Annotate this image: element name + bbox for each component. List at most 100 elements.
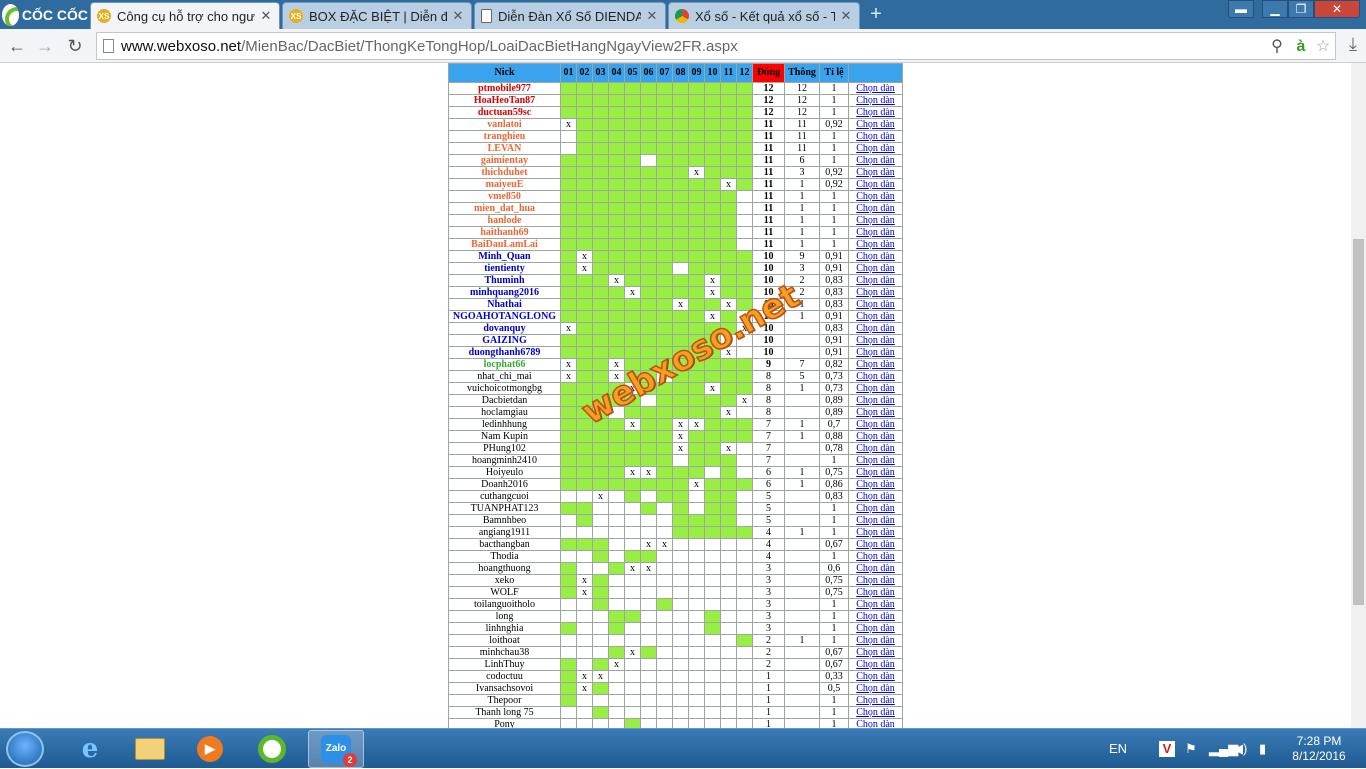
day-cell bbox=[688, 514, 705, 527]
file-explorer-icon[interactable] bbox=[122, 730, 178, 768]
scrollbar-thumb[interactable] bbox=[1353, 239, 1364, 605]
chon-dan-link[interactable]: Chọn dàn bbox=[856, 492, 895, 502]
tab-dien-dan[interactable]: Diễn Đàn Xổ Số DIENDAN ✕ bbox=[474, 2, 666, 29]
chon-dan-link[interactable]: Chọn dàn bbox=[856, 156, 895, 166]
chon-dan-link[interactable]: Chọn dàn bbox=[856, 468, 895, 478]
tab-close-icon[interactable]: ✕ bbox=[645, 8, 659, 24]
url-text[interactable]: www.webxoso.net/MienBac/DacBiet/ThongKeT… bbox=[121, 38, 738, 55]
day-cell bbox=[720, 394, 737, 407]
zalo-taskbar-icon[interactable]: Zalo 2 bbox=[308, 730, 364, 768]
chon-dan-link[interactable]: Chọn dàn bbox=[856, 348, 895, 358]
chon-dan-link[interactable]: Chọn dàn bbox=[856, 528, 895, 538]
chon-dan-link[interactable]: Chọn dàn bbox=[856, 372, 895, 382]
chon-dan-link[interactable]: Chọn dàn bbox=[856, 432, 895, 442]
chon-dan-link[interactable]: Chọn dàn bbox=[856, 324, 895, 334]
chon-dan-link[interactable]: Chọn dàn bbox=[856, 516, 895, 526]
chon-dan-link[interactable]: Chọn dàn bbox=[856, 228, 895, 238]
chon-dan-link[interactable]: Chọn dàn bbox=[856, 408, 895, 418]
start-button-icon[interactable] bbox=[6, 731, 44, 767]
tab-close-icon[interactable]: ✕ bbox=[259, 8, 273, 24]
antivirus-icon[interactable]: V bbox=[1159, 741, 1175, 757]
zalo-label: Zalo bbox=[325, 743, 347, 754]
chon-dan-link[interactable]: Chọn dàn bbox=[856, 120, 895, 130]
chon-dan-link[interactable]: Chọn dàn bbox=[856, 696, 895, 706]
chon-dan-link[interactable]: Chọn dàn bbox=[856, 420, 895, 430]
tab-close-icon[interactable]: ✕ bbox=[451, 8, 465, 24]
zoom-search-icon[interactable]: ⚲ bbox=[1267, 37, 1287, 57]
chon-dan-link[interactable]: Chọn dàn bbox=[856, 504, 895, 514]
battery-icon[interactable]: ▮ bbox=[1259, 741, 1266, 757]
chon-dan-link[interactable]: Chọn dàn bbox=[856, 360, 895, 370]
day-cell bbox=[672, 166, 689, 179]
chon-dan-link[interactable]: Chọn dàn bbox=[856, 264, 895, 274]
chon-dan-link[interactable]: Chọn dàn bbox=[856, 396, 895, 406]
bookmark-star-icon[interactable]: ☆ bbox=[1313, 37, 1333, 57]
coccoc-logo[interactable]: CỐC CỐC bbox=[2, 3, 88, 27]
address-bar[interactable]: www.webxoso.net/MienBac/DacBiet/ThongKeT… bbox=[96, 32, 1336, 60]
tab-close-icon[interactable]: ✕ bbox=[839, 8, 853, 24]
restore-icon[interactable]: ❐ bbox=[1288, 0, 1314, 18]
chon-dan-link[interactable]: Chọn dàn bbox=[856, 84, 895, 94]
chon-dan-link[interactable]: Chọn dàn bbox=[856, 612, 895, 622]
chon-dan-link[interactable]: Chọn dàn bbox=[856, 600, 895, 610]
chon-dan-link[interactable]: Chọn dàn bbox=[856, 684, 895, 694]
chon-dan-link[interactable]: Chọn dàn bbox=[856, 588, 895, 598]
profile-icon[interactable]: ▬ bbox=[1228, 0, 1254, 18]
day-cell bbox=[736, 718, 753, 728]
tab-xo-so[interactable]: Xổ số - Kết quả xổ số - Trự ✕ bbox=[668, 2, 860, 29]
chon-dan-link[interactable]: Chọn dàn bbox=[856, 132, 895, 142]
chon-dan-link[interactable]: Chọn dàn bbox=[856, 564, 895, 574]
flag-icon[interactable]: ⚑ bbox=[1185, 741, 1197, 757]
chon-dan-link[interactable]: Chọn dàn bbox=[856, 216, 895, 226]
chon-dan-link[interactable]: Chọn dàn bbox=[856, 288, 895, 298]
chon-dan-link[interactable]: Chọn dàn bbox=[856, 384, 895, 394]
close-window-icon[interactable]: ✕ bbox=[1314, 0, 1360, 18]
chon-dan-link[interactable]: Chọn dàn bbox=[856, 192, 895, 202]
day-cell bbox=[592, 202, 609, 215]
chon-dan-link[interactable]: Chọn dàn bbox=[856, 444, 895, 454]
tab-cong-cu[interactable]: XS Công cụ hỗ trợ cho người ✕ bbox=[90, 2, 280, 29]
chon-dan-link[interactable]: Chọn dàn bbox=[856, 252, 895, 262]
clock[interactable]: 7:28 PM 8/12/2016 bbox=[1288, 734, 1350, 764]
media-player-icon[interactable]: ▶ bbox=[182, 730, 238, 768]
day-cell bbox=[560, 406, 577, 419]
chon-dan-link[interactable]: Chọn dàn bbox=[856, 540, 895, 550]
chon-dan-link[interactable]: Chọn dàn bbox=[856, 576, 895, 586]
chon-dan-link[interactable]: Chọn dàn bbox=[856, 636, 895, 646]
chon-dan-link[interactable]: Chọn dàn bbox=[856, 660, 895, 670]
coccoc-taskbar-icon[interactable] bbox=[244, 730, 300, 768]
chon-dan-link[interactable]: Chọn dàn bbox=[856, 312, 895, 322]
minimize-icon[interactable]: ▁ bbox=[1262, 0, 1288, 18]
vietnamese-input-icon[interactable]: à bbox=[1291, 37, 1311, 57]
day-cell bbox=[608, 622, 625, 635]
chon-dan-link[interactable]: Chọn dàn bbox=[856, 336, 895, 346]
volume-icon[interactable]: ◀) bbox=[1233, 741, 1247, 757]
chon-dan-link[interactable]: Chọn dàn bbox=[856, 276, 895, 286]
chon-dan-link[interactable]: Chọn dàn bbox=[856, 624, 895, 634]
reload-icon[interactable]: ↻ bbox=[64, 35, 86, 57]
internet-explorer-icon[interactable]: e bbox=[62, 730, 118, 768]
chon-dan-link[interactable]: Chọn dàn bbox=[856, 672, 895, 682]
chon-dan-link[interactable]: Chọn dàn bbox=[856, 204, 895, 214]
download-icon[interactable]: ⤓ bbox=[1344, 34, 1362, 56]
chon-dan-link[interactable]: Chọn dàn bbox=[856, 708, 895, 718]
back-icon[interactable]: ← bbox=[6, 35, 28, 57]
vertical-scrollbar[interactable] bbox=[1351, 63, 1366, 728]
chon-dan-link[interactable]: Chọn dàn bbox=[856, 180, 895, 190]
chon-dan-link[interactable]: Chọn dàn bbox=[856, 300, 895, 310]
new-tab-icon[interactable]: + bbox=[866, 4, 886, 24]
chon-dan-link[interactable]: Chọn dàn bbox=[856, 648, 895, 658]
day-cell bbox=[704, 442, 721, 455]
forward-icon[interactable]: → bbox=[34, 35, 56, 57]
tab-box-dac-biet[interactable]: XS BOX ĐẶC BIỆT | Diễn đàn ✕ bbox=[282, 2, 472, 29]
chon-dan-link[interactable]: Chọn dàn bbox=[856, 240, 895, 250]
chon-dan-link[interactable]: Chọn dàn bbox=[856, 168, 895, 178]
chon-dan-link[interactable]: Chọn dàn bbox=[856, 108, 895, 118]
chon-dan-link[interactable]: Chọn dàn bbox=[856, 720, 895, 729]
chon-dan-link[interactable]: Chọn dàn bbox=[856, 96, 895, 106]
chon-dan-link[interactable]: Chọn dàn bbox=[856, 552, 895, 562]
language-indicator[interactable]: EN bbox=[1109, 741, 1127, 756]
chon-dan-link[interactable]: Chọn dàn bbox=[856, 144, 895, 154]
chon-dan-link[interactable]: Chọn dàn bbox=[856, 456, 895, 466]
chon-dan-link[interactable]: Chọn dàn bbox=[856, 480, 895, 490]
